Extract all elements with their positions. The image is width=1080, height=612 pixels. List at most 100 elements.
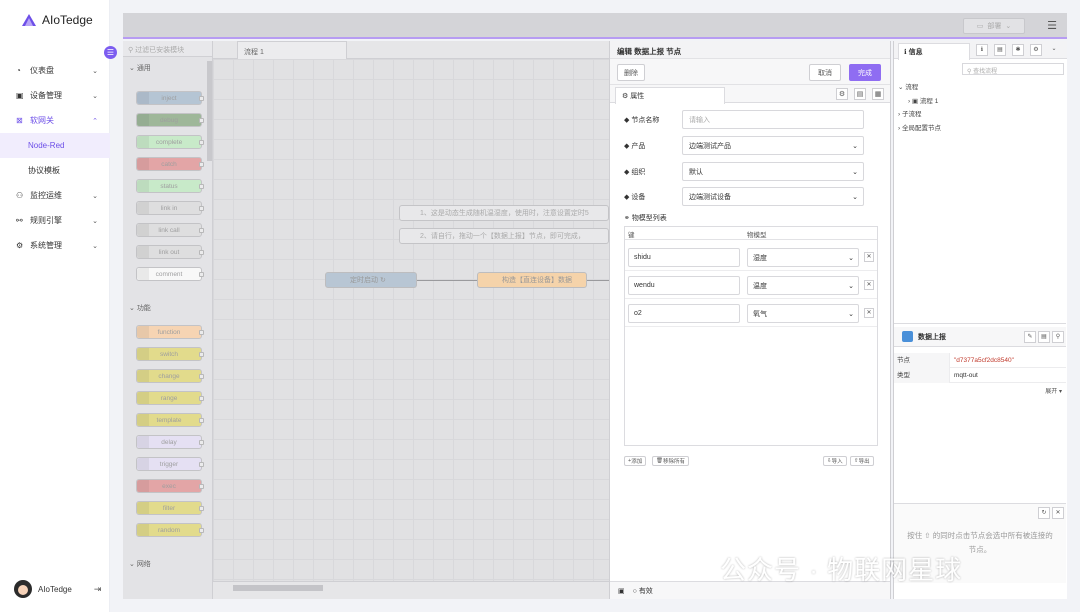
status-toggle[interactable]: ○ 有效 bbox=[633, 586, 653, 596]
org-select[interactable]: 默认 ⌄ bbox=[682, 162, 864, 181]
device-select[interactable]: 边端测试设备 ⌄ bbox=[682, 187, 864, 206]
function-node[interactable]: 构造【直连设备】数据 bbox=[477, 272, 587, 288]
palette-node-template[interactable]: template bbox=[136, 413, 204, 427]
add-row-button[interactable]: + 添加 bbox=[624, 456, 647, 466]
import-button[interactable]: ⇩ 导入 bbox=[823, 456, 847, 466]
palette-node-trigger[interactable]: trigger bbox=[136, 457, 204, 471]
palette-node-switch[interactable]: switch bbox=[136, 347, 204, 361]
menu-icon[interactable]: ☰ bbox=[1047, 19, 1057, 32]
palette-node-comment[interactable]: comment bbox=[136, 267, 204, 281]
palette-node-filter[interactable]: filter bbox=[136, 501, 204, 515]
palette-scrollbar[interactable] bbox=[207, 61, 212, 161]
palette-node-inject[interactable]: inject bbox=[136, 91, 204, 105]
tab-info[interactable]: ℹ 信息 bbox=[898, 43, 970, 60]
product-select[interactable]: 边端测试产品 ⌄ bbox=[682, 136, 864, 155]
book-icon[interactable]: ▤ bbox=[1038, 331, 1050, 343]
palette-node-random[interactable]: random bbox=[136, 523, 204, 537]
palette-node-link-out[interactable]: link out bbox=[136, 245, 204, 259]
node-port bbox=[199, 484, 204, 489]
remove-all-label: 移除所有 bbox=[662, 459, 685, 465]
palette-node-function[interactable]: function bbox=[136, 325, 204, 339]
palette-node-exec[interactable]: exec bbox=[136, 479, 204, 493]
key-input[interactable]: wendu bbox=[628, 276, 740, 295]
collapse-sidebar-button[interactable]: ☰ bbox=[104, 46, 117, 59]
remove-row-button[interactable]: ✕ bbox=[864, 280, 874, 290]
search-icon[interactable]: ⚲ bbox=[1052, 331, 1064, 343]
edit-icon[interactable]: ✎ bbox=[1024, 331, 1036, 343]
settings-tab-icon[interactable]: ⚙ bbox=[836, 88, 848, 100]
palette-category-function[interactable]: ⌄ 功能 bbox=[123, 297, 157, 317]
field-row-name: ◆ 节点名称 请输入 bbox=[624, 110, 864, 129]
key-input[interactable]: o2 bbox=[628, 304, 740, 323]
palette-node-catch[interactable]: catch bbox=[136, 157, 204, 171]
user-profile[interactable]: AIoTedge ⇥ bbox=[14, 580, 101, 598]
workspace-tabs: 流程 1 bbox=[213, 41, 609, 59]
palette-filter-input[interactable]: ⚲ 过滤已安装模块 bbox=[123, 41, 212, 57]
palette-node-change[interactable]: change bbox=[136, 369, 204, 383]
nav-item-system[interactable]: ⚙ 系统管理 ⌄ bbox=[0, 233, 110, 258]
palette-node-complete[interactable]: complete bbox=[136, 135, 204, 149]
palette-node-delay[interactable]: delay bbox=[136, 435, 204, 449]
palette-node-range[interactable]: range bbox=[136, 391, 204, 405]
remove-all-button[interactable]: 🗑 移除所有 bbox=[652, 456, 689, 466]
logout-icon[interactable]: ⇥ bbox=[94, 584, 102, 595]
model-select[interactable]: 湿度 ⌄ bbox=[747, 248, 859, 267]
flow-search-input[interactable]: ⚲ 查找流程 bbox=[962, 63, 1064, 75]
inject-node[interactable]: 定时启动 ↻ bbox=[325, 272, 417, 288]
info-value: "d7377a5cf2dc8540" bbox=[954, 356, 1014, 364]
horizontal-scrollbar[interactable] bbox=[233, 585, 323, 591]
refresh-icon[interactable]: ↻ bbox=[1038, 507, 1050, 519]
nav-item-rule[interactable]: ⚯ 规则引擎 ⌄ bbox=[0, 208, 110, 233]
description-tab-icon[interactable]: ▤ bbox=[854, 88, 866, 100]
tree-item-subflows[interactable]: › 子流程 bbox=[898, 108, 1064, 122]
expand-link[interactable]: 展开 ▾ bbox=[894, 386, 1066, 395]
done-button[interactable]: 完成 bbox=[849, 64, 881, 81]
export-button[interactable]: ⇧ 导出 bbox=[850, 456, 874, 466]
tab-properties[interactable]: ⚙ 属性 bbox=[615, 87, 725, 104]
nav-subitem-node-red[interactable]: Node-Red bbox=[0, 133, 110, 158]
chevron-down-icon[interactable]: ⌄ bbox=[1048, 44, 1060, 56]
key-input[interactable]: shidu bbox=[628, 248, 740, 267]
nav-item-monitor[interactable]: ⚇ 监控运维 ⌄ bbox=[0, 183, 110, 208]
tree-item-flow-1[interactable]: › ▣ 流程 1 bbox=[898, 95, 1064, 109]
model-select[interactable]: 温度 ⌄ bbox=[747, 276, 859, 295]
wire bbox=[417, 280, 477, 281]
info-tab-icon[interactable]: ℹ bbox=[976, 44, 988, 56]
palette-category-common[interactable]: ⌄ 通用 bbox=[123, 57, 212, 77]
sidebar-divider[interactable] bbox=[894, 323, 1066, 324]
tree-item-flows[interactable]: ⌄ 流程 bbox=[898, 81, 1064, 95]
nav-item-dashboard[interactable]: ◔ 仪表盘 ⌄ bbox=[0, 58, 110, 83]
palette-node-link-call[interactable]: link call bbox=[136, 223, 204, 237]
name-input[interactable]: 请输入 bbox=[682, 110, 864, 129]
bug-icon[interactable]: ✱ bbox=[1012, 44, 1024, 56]
model-value: 湿度 bbox=[753, 254, 767, 262]
delete-button[interactable]: 删除 bbox=[617, 64, 645, 81]
node-port bbox=[199, 250, 204, 255]
tree-label: 流程 1 bbox=[919, 97, 939, 105]
tab-flow-1[interactable]: 流程 1 bbox=[237, 41, 347, 59]
info-sidebar: ℹ 信息 ℹ ▤ ✱ ⚙ ⌄ ⚲ 查找流程 ⌄ 流程 › ▣ 流程 1 › 子流… bbox=[893, 41, 1067, 599]
flow-canvas[interactable]: 1、这是动态生成随机温湿度，使用时，注意设置定时5 2、请自行，拖动一个【数据上… bbox=[213, 59, 609, 581]
book-icon[interactable]: ▤ bbox=[994, 44, 1006, 56]
nav-item-gateway[interactable]: ⊠ 软网关 ⌃ bbox=[0, 108, 110, 133]
close-icon[interactable]: ✕ bbox=[1052, 507, 1064, 519]
comment-node[interactable]: 2、请自行，拖动一个【数据上报】节点，即可完成， bbox=[399, 228, 609, 244]
nav-subitem-protocol-template[interactable]: 协议模板 bbox=[0, 158, 110, 183]
model-select[interactable]: 氧气 ⌄ bbox=[747, 304, 859, 323]
deploy-button[interactable]: ▭ 部署 ⌄ bbox=[963, 18, 1025, 34]
cancel-button[interactable]: 取消 bbox=[809, 64, 841, 81]
gear-icon[interactable]: ⚙ bbox=[1030, 44, 1042, 56]
book-icon[interactable]: ▣ bbox=[618, 587, 625, 595]
palette-node-status[interactable]: status bbox=[136, 179, 204, 193]
appearance-tab-icon[interactable]: ▦ bbox=[872, 88, 884, 100]
app-logo[interactable]: AIoTedge bbox=[22, 13, 93, 27]
remove-row-button[interactable]: ✕ bbox=[864, 252, 874, 262]
comment-node[interactable]: 1、这是动态生成随机温湿度，使用时，注意设置定时5 bbox=[399, 205, 609, 221]
palette-node-link-in[interactable]: link in bbox=[136, 201, 204, 215]
tree-item-global-config[interactable]: › 全局配置节点 bbox=[898, 122, 1064, 136]
nav-item-device[interactable]: ▣ 设备管理 ⌄ bbox=[0, 83, 110, 108]
palette-category-network[interactable]: ⌄ 网络 bbox=[123, 553, 157, 573]
device-value: 边端测试设备 bbox=[689, 193, 731, 201]
remove-row-button[interactable]: ✕ bbox=[864, 308, 874, 318]
palette-node-debug[interactable]: debug bbox=[136, 113, 204, 127]
